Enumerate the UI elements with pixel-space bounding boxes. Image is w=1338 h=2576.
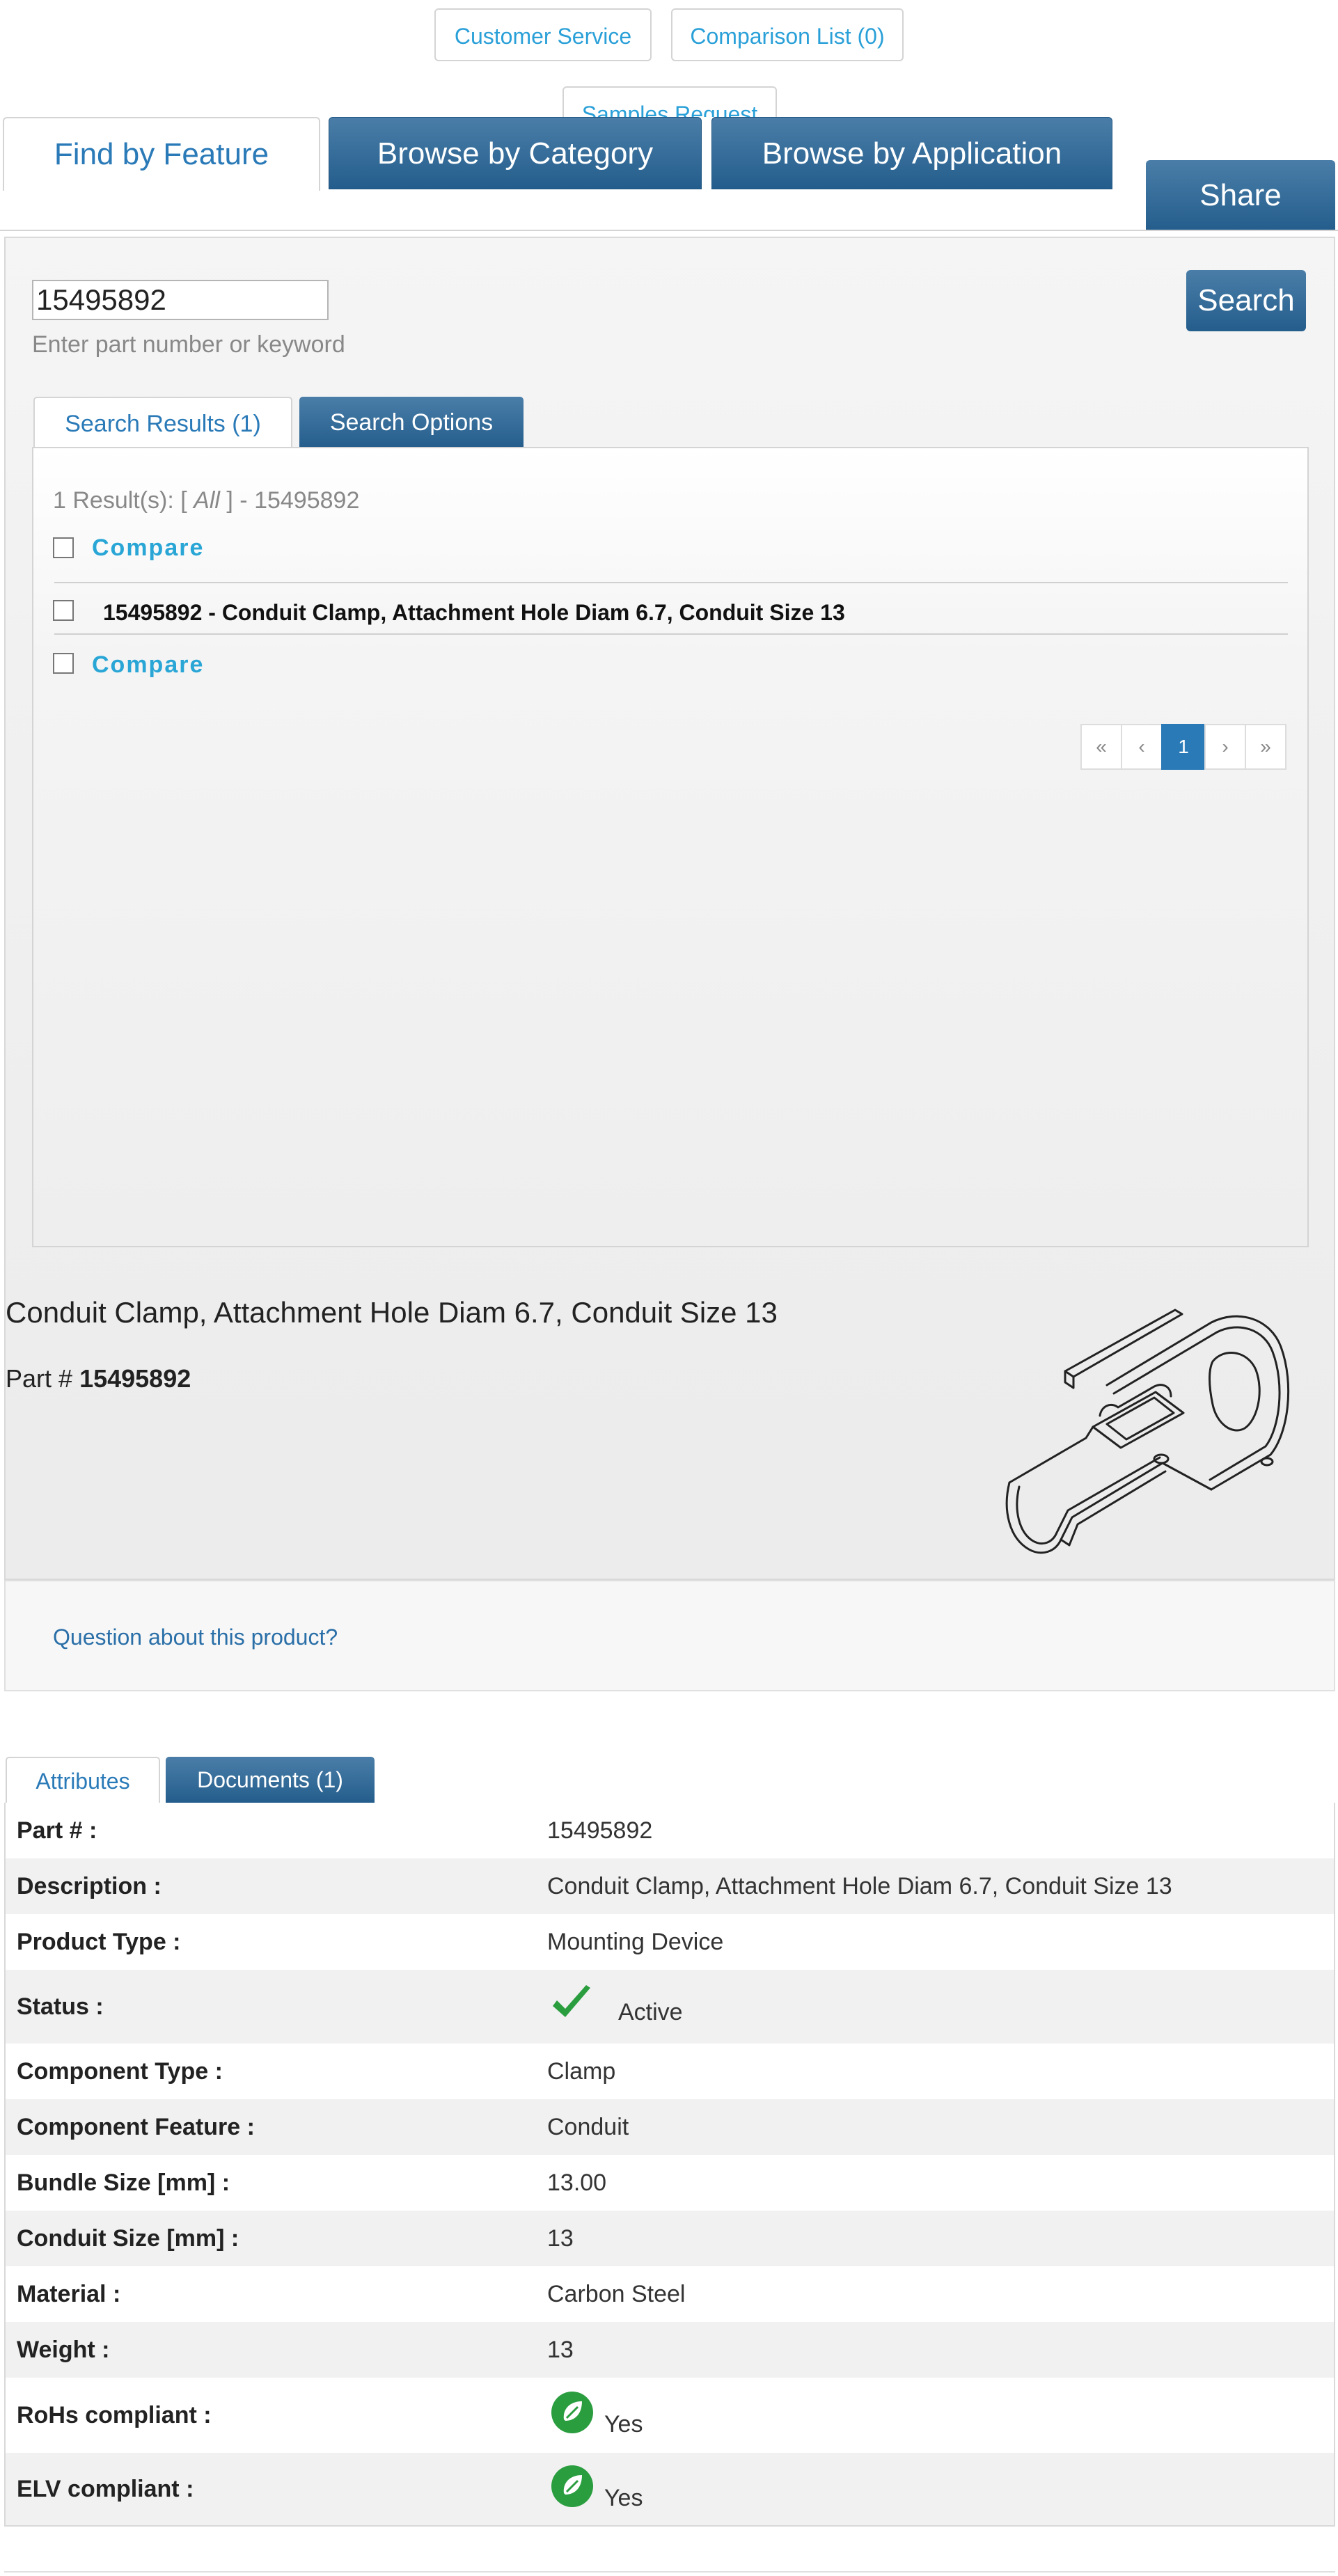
attr-label: Part # :: [17, 1817, 97, 1844]
attr-value: Yes: [604, 2411, 643, 2437]
attr-value: 15495892: [547, 1817, 653, 1844]
attr-row-bundle-size: Bundle Size [mm] : 13.00: [6, 2155, 1334, 2211]
attr-label: Material :: [17, 2280, 121, 2307]
share-button[interactable]: Share: [1146, 160, 1335, 231]
page-footer-divider: [4, 2571, 1335, 2573]
attr-value: Yes: [604, 2485, 643, 2511]
attr-row-description: Description : Conduit Clamp, Attachment …: [6, 1858, 1334, 1914]
attr-label: Weight :: [17, 2336, 110, 2363]
attr-label: Component Feature :: [17, 2113, 255, 2140]
attr-value: 13.00: [547, 2169, 607, 2196]
attr-row-component-type: Component Type : Clamp: [6, 2044, 1334, 2099]
checkmark-icon: [550, 1982, 592, 2028]
attr-label: Status :: [17, 1993, 104, 2020]
pager-first[interactable]: «: [1080, 724, 1122, 770]
attr-value: 13: [547, 2336, 574, 2363]
attr-value: Clamp: [547, 2057, 616, 2085]
attr-label: ELV compliant :: [17, 2475, 194, 2502]
results-box: [32, 447, 1309, 1247]
attr-row-weight: Weight : 13: [6, 2322, 1334, 2378]
tab-attributes[interactable]: Attributes: [6, 1757, 160, 1804]
search-hint: Enter part number or keyword: [32, 331, 345, 358]
attr-value: Conduit Clamp, Attachment Hole Diam 6.7,…: [547, 1872, 1172, 1899]
compare-link-bottom[interactable]: Compare: [92, 651, 204, 679]
result-item-title[interactable]: 15495892 - Conduit Clamp, Attachment Hol…: [103, 600, 845, 626]
product-image: [989, 1281, 1309, 1559]
attributes-table: Part # : 15495892 Description : Conduit …: [4, 1803, 1335, 2527]
result-checkbox[interactable]: [53, 600, 74, 621]
attr-row-material: Material : Carbon Steel: [6, 2266, 1334, 2322]
compare-all-checkbox-bottom[interactable]: [53, 653, 74, 674]
tab-search-options[interactable]: Search Options: [299, 397, 524, 448]
tab-divider: [0, 230, 1338, 231]
attr-value: Mounting Device: [547, 1928, 724, 1955]
attr-label: Product Type :: [17, 1928, 181, 1955]
search-input[interactable]: [32, 280, 329, 320]
attr-label: RoHs compliant :: [17, 2401, 212, 2428]
customer-service-link[interactable]: Customer Service: [434, 8, 652, 61]
green-leaf-badge-icon: [550, 2390, 595, 2438]
green-leaf-badge-icon: [550, 2464, 595, 2512]
samples-request-label: Samples Request: [581, 102, 758, 117]
pager-page-1[interactable]: 1: [1161, 724, 1206, 770]
attr-value: Carbon Steel: [547, 2280, 686, 2307]
attr-value: Conduit: [547, 2113, 629, 2140]
samples-request-link[interactable]: Samples Request: [562, 86, 777, 117]
attr-label: Bundle Size [mm] :: [17, 2169, 230, 2196]
tab-browse-by-application[interactable]: Browse by Application: [711, 117, 1112, 189]
attr-row-product-type: Product Type : Mounting Device: [6, 1914, 1334, 1970]
tab-search-results[interactable]: Search Results (1): [33, 397, 292, 450]
product-title: Conduit Clamp, Attachment Hole Diam 6.7,…: [6, 1296, 778, 1329]
pager-last[interactable]: »: [1245, 724, 1286, 770]
tab-documents[interactable]: Documents (1): [166, 1757, 375, 1803]
compare-all-checkbox-top[interactable]: [53, 537, 74, 558]
attr-label: Conduit Size [mm] :: [17, 2225, 239, 2252]
attr-value: 13: [547, 2225, 574, 2252]
compare-link-top[interactable]: Compare: [92, 535, 204, 562]
attr-row-status: Status : Active: [6, 1970, 1334, 2044]
attr-value: Active: [618, 1999, 683, 2025]
tab-find-by-feature[interactable]: Find by Feature: [3, 117, 320, 191]
attr-row-elv: ELV compliant : Yes: [6, 2453, 1334, 2525]
pager-prev[interactable]: ‹: [1121, 724, 1163, 770]
comparison-list-link[interactable]: Comparison List (0): [671, 8, 904, 61]
attr-row-conduit-size: Conduit Size [mm] : 13: [6, 2211, 1334, 2266]
product-part-number: Part # 15495892: [6, 1364, 191, 1393]
attr-row-rohs: RoHs compliant : Yes: [6, 2378, 1334, 2453]
attr-label: Component Type :: [17, 2057, 223, 2085]
tab-browse-by-category[interactable]: Browse by Category: [329, 117, 702, 189]
divider: [54, 582, 1288, 583]
attr-row-part: Part # : 15495892: [6, 1803, 1334, 1858]
attr-row-component-feature: Component Feature : Conduit: [6, 2099, 1334, 2155]
question-about-product-link[interactable]: Question about this product?: [53, 1625, 338, 1650]
result-count: 1 Result(s): [ All ] - 15495892: [53, 487, 360, 514]
pager-next[interactable]: ›: [1204, 724, 1246, 770]
divider: [54, 633, 1288, 635]
search-button[interactable]: Search: [1186, 270, 1306, 331]
attr-label: Description :: [17, 1872, 162, 1899]
